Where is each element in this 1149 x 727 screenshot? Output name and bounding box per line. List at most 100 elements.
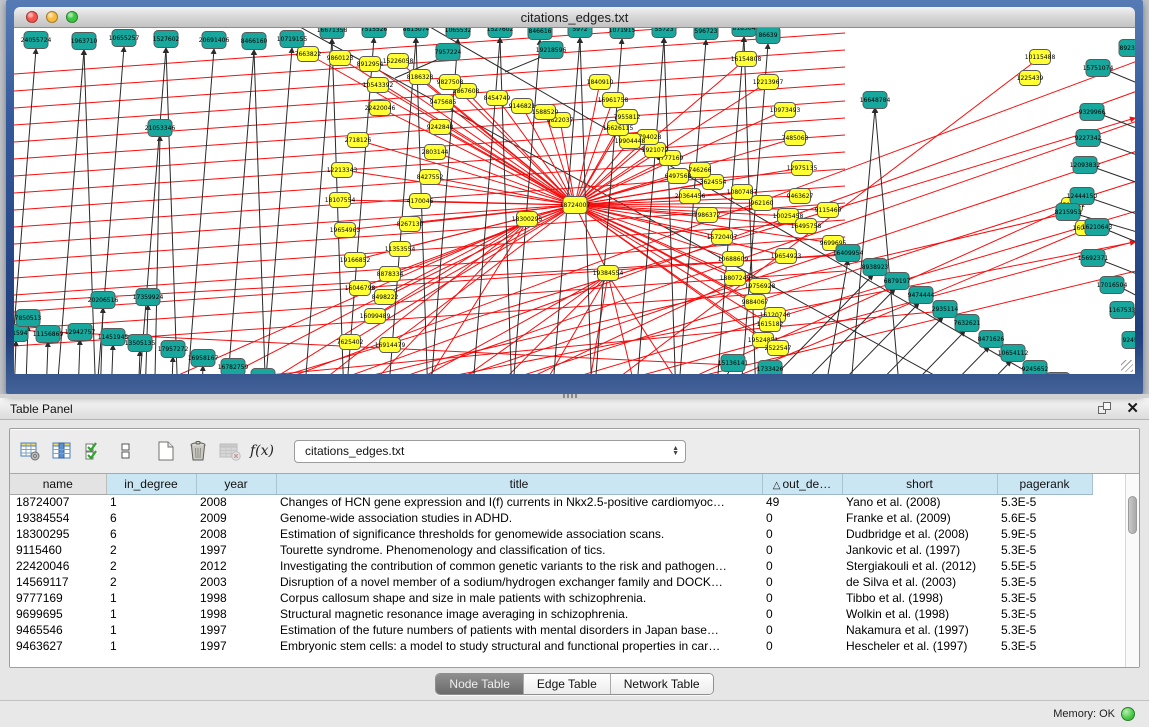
- minimize-window-icon[interactable]: [46, 11, 58, 23]
- float-panel-icon[interactable]: [1098, 402, 1112, 415]
- graph-node-yellow[interactable]: 16914479: [375, 338, 406, 353]
- graph-node-yellow[interactable]: 8454749: [484, 91, 511, 106]
- table-row[interactable]: 1830029562008Estimation of significance …: [10, 526, 1092, 542]
- graph-node-yellow[interactable]: 8912954: [357, 57, 384, 72]
- graph-node-yellow[interactable]: 9827508: [437, 75, 464, 90]
- panel-splitter[interactable]: [0, 394, 1149, 398]
- graph-node-teal[interactable]: 12444150: [1067, 188, 1098, 205]
- graph-node-teal[interactable]: 9383921: [1045, 373, 1072, 375]
- graph-node-teal[interactable]: 7632621: [954, 315, 981, 332]
- graph-node-teal[interactable]: 5972: [568, 28, 592, 38]
- graph-node-teal[interactable]: 10719155: [277, 31, 308, 48]
- graph-node-yellow[interactable]: 10688609: [718, 252, 749, 267]
- graph-node-teal[interactable]: 8813074: [403, 28, 430, 38]
- graph-node-teal[interactable]: 16671358: [317, 28, 348, 39]
- graph-node-yellow[interactable]: 746266: [689, 163, 712, 178]
- graph-node-teal[interactable]: 1733426: [757, 361, 784, 375]
- graph-node-teal[interactable]: 1527602: [153, 31, 180, 48]
- graph-node-yellow[interactable]: 12213967: [753, 75, 784, 90]
- graph-node-teal[interactable]: 1071915: [609, 28, 636, 39]
- graph-node-yellow[interactable]: 6497568: [665, 169, 692, 184]
- graph-node-teal[interactable]: 7515526: [361, 28, 388, 38]
- graph-node-teal[interactable]: 2935114: [932, 301, 959, 318]
- graph-node-yellow[interactable]: 8427552: [417, 170, 444, 185]
- graph-node-teal[interactable]: 21053346: [145, 120, 176, 137]
- column-header-name[interactable]: name: [10, 474, 106, 494]
- table-row[interactable]: 977716911998Corpus callosum shape and si…: [10, 590, 1092, 606]
- graph-node-yellow[interactable]: 8878334: [377, 267, 404, 282]
- graph-node-yellow[interactable]: 9475685: [430, 95, 457, 110]
- graph-node-teal[interactable]: 6879197: [884, 273, 911, 290]
- graph-node-yellow[interactable]: 1615182: [757, 317, 784, 332]
- scrollbar-thumb[interactable]: [1128, 496, 1137, 534]
- table-row[interactable]: 946362711997Embryonic stem cells: a mode…: [10, 638, 1092, 654]
- graph-node-teal[interactable]: 892342: [1119, 40, 1135, 57]
- graph-node-yellow[interactable]: 9884067: [742, 295, 769, 310]
- graph-node-teal[interactable]: 15136141: [718, 355, 749, 372]
- graph-node-teal[interactable]: 15692371: [1078, 250, 1109, 267]
- graph-node-yellow[interactable]: 10115488: [1025, 50, 1056, 65]
- graph-node-yellow[interactable]: 7663822: [295, 47, 322, 62]
- graph-node-teal[interactable]: 9245652: [1022, 361, 1049, 375]
- graph-node-yellow[interactable]: 16961758: [598, 93, 629, 108]
- graph-node-yellow[interactable]: 1588520: [532, 105, 559, 120]
- graph-node-yellow[interactable]: 1225439: [1017, 71, 1044, 86]
- graph-node-yellow[interactable]: 1840910: [587, 75, 614, 90]
- graph-node-yellow[interactable]: 7485063: [782, 131, 809, 146]
- graph-node-teal[interactable]: 1167533: [1109, 302, 1135, 319]
- graph-node-yellow[interactable]: 9115460: [815, 203, 842, 218]
- column-header-year[interactable]: year: [196, 474, 276, 494]
- graph-node-yellow[interactable]: 7955812: [614, 110, 641, 125]
- table-settings-button[interactable]: [16, 436, 44, 466]
- graph-node-yellow[interactable]: 8267130: [397, 217, 424, 232]
- graph-node-teal[interactable]: 9329966: [1079, 104, 1106, 121]
- column-chooser-button[interactable]: [48, 436, 76, 466]
- graph-node-teal[interactable]: 16958167: [188, 350, 219, 367]
- zoom-window-icon[interactable]: [66, 11, 78, 23]
- graph-node-teal[interactable]: 20206516: [88, 292, 119, 309]
- graph-node-yellow[interactable]: 4170046: [407, 194, 434, 209]
- graph-node-yellow[interactable]: 15226058: [383, 54, 414, 69]
- tab-network-table[interactable]: Network Table: [610, 674, 713, 694]
- column-header-title[interactable]: title: [276, 474, 762, 494]
- column-header-in_degree[interactable]: in_degree: [106, 474, 196, 494]
- graph-node-yellow[interactable]: 16154808: [731, 52, 762, 67]
- graph-node-yellow[interactable]: 18724007: [560, 197, 591, 214]
- graph-node-teal[interactable]: 20691406: [199, 32, 230, 49]
- graph-node-teal[interactable]: 10655257: [109, 30, 140, 47]
- graph-node-teal[interactable]: 9227342: [1075, 130, 1102, 147]
- table-row[interactable]: 969969511998Structural magnetic resonanc…: [10, 606, 1092, 622]
- graph-node-teal[interactable]: 16409954: [833, 245, 864, 262]
- graph-node-teal[interactable]: 846616: [528, 28, 552, 40]
- graph-node-teal[interactable]: 596723: [694, 28, 718, 40]
- graph-node-teal[interactable]: 1963710: [71, 33, 98, 50]
- graph-node-teal[interactable]: 12923446: [248, 369, 279, 375]
- graph-node-yellow[interactable]: 962160: [751, 196, 774, 211]
- memory-ok-indicator-icon[interactable]: [1121, 707, 1135, 721]
- graph-node-teal[interactable]: 1065532: [445, 28, 472, 39]
- graph-node-teal[interactable]: 12942757: [65, 324, 96, 341]
- graph-node-yellow[interactable]: 8186328: [407, 70, 434, 85]
- graph-node-yellow[interactable]: 12975135: [787, 161, 818, 176]
- graph-node-yellow[interactable]: 7625402: [337, 335, 364, 350]
- tab-edge-table[interactable]: Edge Table: [523, 674, 610, 694]
- graph-node-teal[interactable]: 8938923: [862, 259, 889, 276]
- select-rows-button[interactable]: [80, 436, 108, 466]
- table-scroll-area[interactable]: namein_degreeyeartitle△out_de…shortpager…: [10, 474, 1125, 667]
- graph-node-teal[interactable]: 16782759: [218, 359, 249, 375]
- delete-button[interactable]: [184, 436, 212, 466]
- graph-node-teal[interactable]: 391594: [14, 325, 28, 342]
- graph-node-yellow[interactable]: 19654963: [330, 223, 361, 238]
- network-window-titlebar[interactable]: citations_edges.txt: [14, 7, 1135, 28]
- graph-node-teal[interactable]: 8471626: [978, 331, 1005, 348]
- close-window-icon[interactable]: [26, 11, 38, 23]
- column-header-pagerank[interactable]: pagerank: [997, 474, 1092, 494]
- graph-node-yellow[interactable]: 2803144: [422, 145, 449, 160]
- network-canvas[interactable]: 1615480812213967109734937485063129751359…: [14, 28, 1135, 374]
- graph-node-teal[interactable]: 19218596: [536, 42, 567, 59]
- graph-node-teal[interactable]: 9474444: [908, 287, 935, 304]
- graph-node-teal[interactable]: 12093832: [1070, 157, 1101, 174]
- table-row[interactable]: 946554611997Estimation of the future num…: [10, 622, 1092, 638]
- graph-node-yellow[interactable]: 9463627: [787, 189, 814, 204]
- graph-node-teal[interactable]: 55723: [652, 28, 676, 38]
